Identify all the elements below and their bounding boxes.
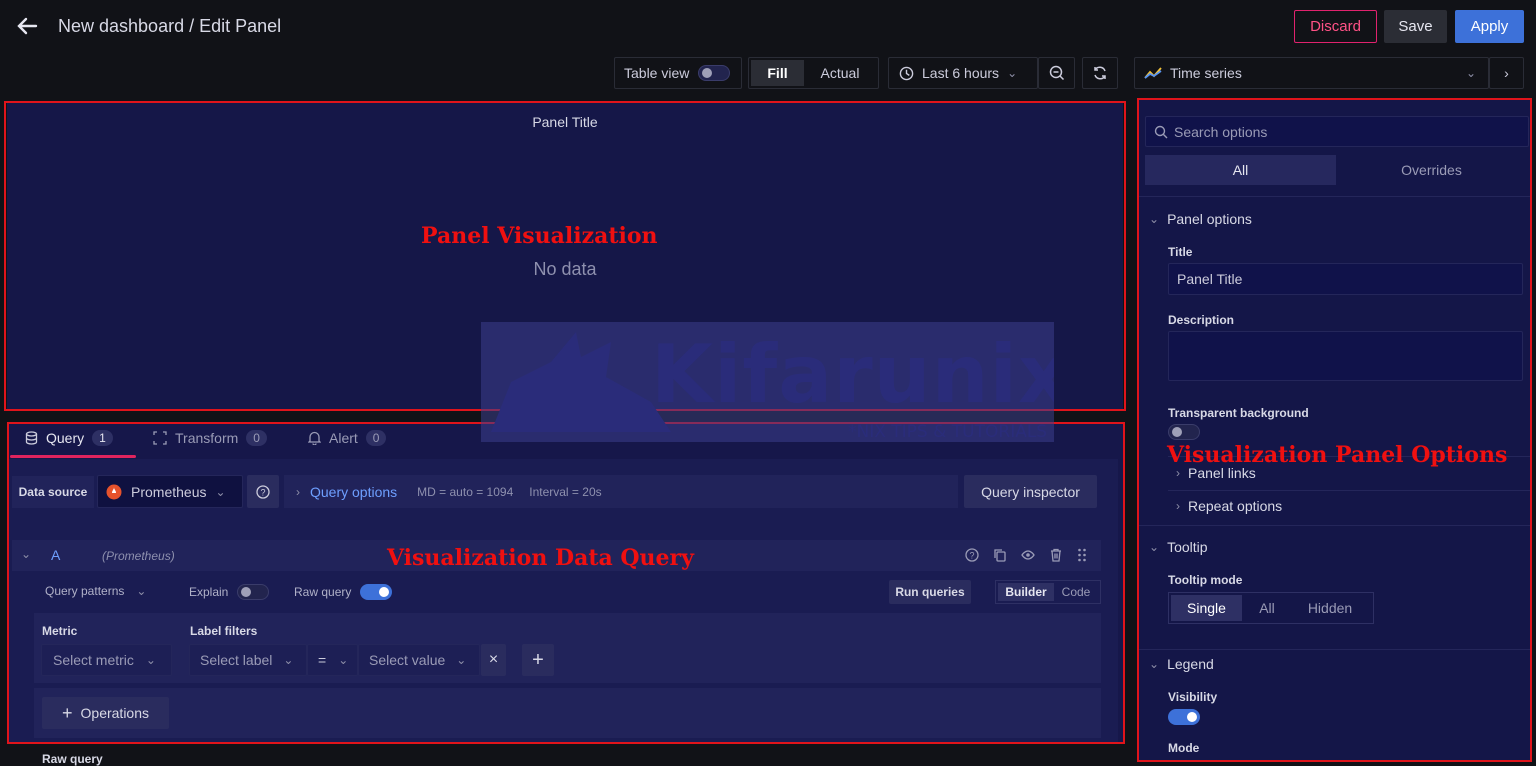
apply-button[interactable]: Apply <box>1455 10 1524 43</box>
discard-button[interactable]: Discard <box>1294 10 1377 43</box>
watermark-tagline: *NIX TIPS & TUTORIALS <box>848 422 1048 442</box>
actual-button[interactable]: Actual <box>804 60 876 86</box>
fill-actual-group: Fill Actual <box>748 57 879 89</box>
back-arrow-icon[interactable] <box>16 15 38 37</box>
table-view-label: Table view <box>624 65 690 81</box>
annotation-box-options <box>1137 98 1532 762</box>
time-range-label: Last 6 hours <box>922 65 1000 81</box>
time-range-picker[interactable]: Last 6 hours ⌄ <box>888 57 1038 89</box>
top-bar: New dashboard / Edit Panel Discard Save … <box>0 0 1536 52</box>
watermark-brand: Kifarunix <box>651 328 1054 421</box>
save-button[interactable]: Save <box>1384 10 1447 43</box>
annotation-data-query: Visualization Data Query <box>387 545 694 571</box>
refresh-icon <box>1094 66 1106 80</box>
annotation-box-query <box>7 422 1125 744</box>
viz-type-label: Time series <box>1170 65 1242 81</box>
refresh-button[interactable] <box>1082 57 1118 89</box>
chevron-right-icon: › <box>1504 65 1509 81</box>
clock-icon <box>899 66 914 80</box>
zoom-out-icon <box>1049 65 1064 81</box>
visualization-picker[interactable]: Time series ⌄ <box>1134 57 1489 89</box>
zoom-out-button[interactable] <box>1038 57 1075 89</box>
time-series-icon <box>1144 67 1162 79</box>
annotation-panel-visualization: Panel Visualization <box>421 223 658 249</box>
chevron-down-icon: ⌄ <box>1007 66 1018 80</box>
table-view-toggle-group[interactable]: Table view <box>614 57 742 89</box>
annotation-panel-options: Visualization Panel Options <box>1167 442 1508 468</box>
watermark: Kifarunix *NIX TIPS & TUTORIALS <box>481 322 1054 442</box>
fill-button[interactable]: Fill <box>751 60 804 86</box>
collapse-options-button[interactable]: › <box>1489 57 1524 89</box>
chevron-down-icon: ⌄ <box>1465 66 1476 80</box>
page-title: New dashboard / Edit Panel <box>58 16 282 36</box>
table-view-toggle[interactable] <box>698 65 731 81</box>
